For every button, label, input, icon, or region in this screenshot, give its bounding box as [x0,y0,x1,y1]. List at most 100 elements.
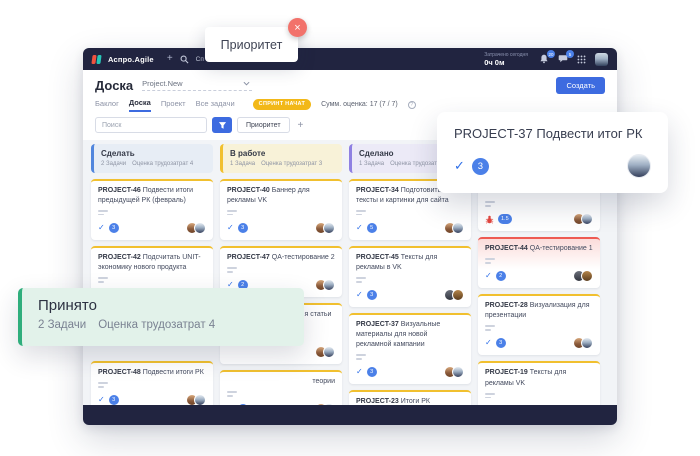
check-icon: ✓ [98,223,105,233]
brand-logo-icon [92,55,101,64]
description-icon [485,392,495,400]
check-icon: ✓ [454,158,465,174]
brand-name: Аспро.Agile [108,55,154,64]
check-icon: ✓ [485,338,492,348]
check-icon: ✓ [98,395,105,405]
description-icon [227,209,237,217]
task-title: QA-тестирование 2 [272,254,335,261]
column-task-count: 2 Задачи [101,161,126,167]
task-card[interactable]: PROJECT-37 Визуальные материалы для ново… [349,313,471,384]
board-select[interactable]: Project.New [142,79,252,91]
accepted-task-count: 2 Задачи [38,319,86,331]
accepted-column-callout: Принято 2 Задачи Оценка трудозатрат 4 [18,288,304,346]
task-id: PROJECT-37 [356,321,399,328]
task-card[interactable]: PROJECT-19 Тексты для рекламы VK ✓ 5 [478,361,600,405]
messages-icon[interactable]: 5 [558,54,568,64]
task-id: PROJECT-34 [356,187,399,194]
task-id: PROJECT-45 [356,254,399,261]
messages-count-badge: 5 [566,50,574,58]
page: Аспро.Agile + Сп Затрачено сегодня 0ч 0м… [0,0,700,456]
funnel-icon [218,121,227,130]
task-id: PROJECT-28 [485,302,528,309]
description-icon [485,324,495,332]
task-title: QA-тестирование 1 [530,245,593,252]
tab-backlog[interactable]: Баклог [95,99,119,111]
task-id: PROJECT-42 [98,254,141,261]
navbar-right: Затрачено сегодня 0ч 0м 20 5 [484,52,608,67]
tab-board[interactable]: Доска [129,98,151,112]
task-card[interactable]: PROJECT-45 Тексты для рекламы в VK ✓ 3 [349,246,471,307]
avatar [581,270,593,282]
time-tracker: Затрачено сегодня 0ч 0м [484,52,528,67]
nav-menu-item[interactable]: Сп [196,56,204,63]
estimate-badge: 2 [496,271,506,281]
notifications-bell-icon[interactable]: 20 [539,54,549,64]
description-icon [227,266,237,274]
search-icon[interactable] [180,55,189,64]
estimate-badge: 5 [367,223,377,233]
priority-tooltip: Приоритет × [205,27,298,62]
summary-score: Сумм. оценка: 17 (7 / 7) [321,101,398,108]
avatar [452,222,464,234]
column-header: Сделать 2 Задачи Оценка трудозатрат 4 [91,144,213,173]
close-icon[interactable]: × [288,18,307,37]
estimate-badge: 3 [496,338,506,348]
tab-all-tasks[interactable]: Все задачи [196,99,235,111]
app-window: Аспро.Agile + Сп Затрачено сегодня 0ч 0м… [83,48,617,425]
notifications-count-badge: 20 [547,50,555,58]
task-card[interactable]: PROJECT-48 Подвести итоги РК ✓ 3 [91,361,213,405]
task-id: PROJECT-19 [485,369,528,376]
task-id: PROJECT-47 [227,254,270,261]
description-icon [356,209,366,217]
quick-add-button[interactable]: + [167,54,173,64]
avatar [323,222,335,234]
apps-grid-icon[interactable] [577,55,586,64]
sprint-status-badge: СПРИНТ НАЧАТ [253,99,311,110]
check-icon: ✓ [356,223,363,233]
estimate-badge: 3 [367,290,377,300]
column-task-count: 1 Задача [359,161,384,167]
column-task-count: 1 Задача [230,161,255,167]
filter-button[interactable] [212,117,232,133]
task-title: теории [312,378,335,385]
estimate-badge: 3 [472,158,489,175]
task-card[interactable]: PROJECT-23 Итоги РК ✓ 5 [349,390,471,405]
description-icon [227,390,237,398]
task-card[interactable]: PROJECT-28 Визуализация для презентации … [478,294,600,355]
accepted-title: Принято [38,297,288,314]
estimate-badge: 3 [109,223,119,233]
task-id: PROJECT-40 [227,187,270,194]
avatar [452,366,464,378]
description-icon [356,276,366,284]
estimate-badge: 3 [109,395,119,405]
accepted-effort: Оценка трудозатрат 4 [98,319,215,331]
description-icon [356,353,366,361]
time-tracker-value: 0ч 0м [484,58,528,67]
estimate-badge: 1.5 [498,214,512,224]
info-icon[interactable] [408,101,416,109]
task-popup-title: PROJECT-37 Подвести итог РК [454,126,651,141]
priority-tooltip-label: Приоритет [221,38,283,52]
column-header: В работе 1 Задача Оценка трудозатрат 3 [220,144,342,173]
column-effort: Оценка трудозатрат 4 [132,161,193,167]
task-card[interactable]: теории ✓ 3 [220,370,342,405]
user-avatar[interactable] [595,53,608,66]
task-card[interactable]: PROJECT-46 Подвести итоги предыдущей РК … [91,179,213,240]
board-select-value: Project.New [142,79,182,88]
task-card[interactable]: PROJECT-44 QA-тестирование 1 ✓ 2 [478,237,600,288]
search-input[interactable] [95,117,207,133]
description-icon [98,381,108,389]
avatar [581,337,593,349]
task-popup-card[interactable]: PROJECT-37 Подвести итог РК ✓ 3 [437,112,668,193]
create-button[interactable]: Создать [556,77,605,94]
avatar [194,222,206,234]
add-filter-button[interactable]: + [298,120,304,131]
tab-project[interactable]: Проект [161,99,186,111]
top-navbar: Аспро.Agile + Сп Затрачено сегодня 0ч 0м… [83,48,617,70]
check-icon: ✓ [356,367,363,377]
priority-filter-chip[interactable]: Приоритет [237,117,290,133]
task-card[interactable]: PROJECT-40 Баннер для рекламы VK ✓ 3 [220,179,342,240]
description-icon [98,209,108,217]
task-id: PROJECT-46 [98,187,141,194]
page-title: Доска [95,78,133,93]
